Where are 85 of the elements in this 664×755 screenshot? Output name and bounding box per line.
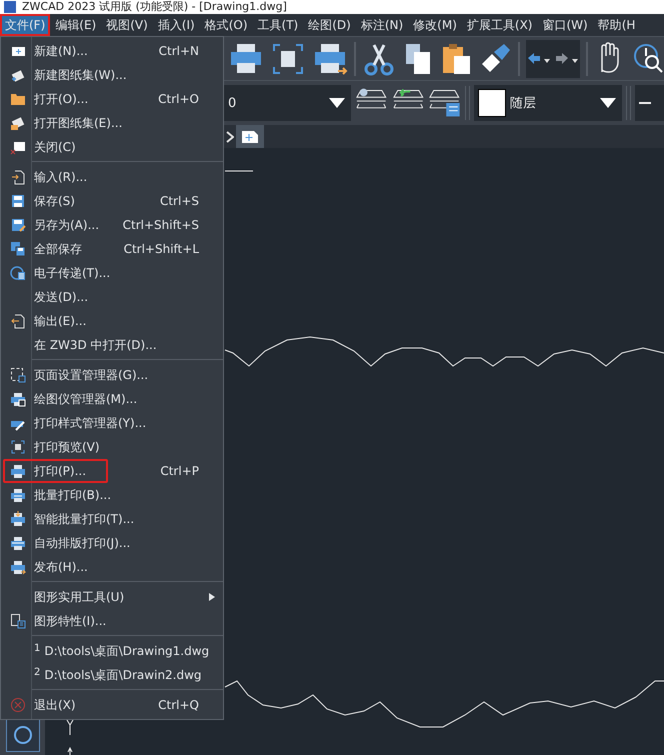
shortcut-label: Ctrl+Shift+S: [122, 218, 200, 232]
redo-icon[interactable]: [554, 52, 580, 66]
menu-item[interactable]: 新建图纸集(W)...: [30, 66, 127, 84]
menu-item[interactable]: 退出(X): [30, 696, 76, 714]
menu-item[interactable]: 全部保存: [30, 240, 82, 258]
menu-tab[interactable]: 窗口(W): [537, 14, 593, 36]
menu-tab[interactable]: 插入(I): [152, 14, 200, 36]
menu-item[interactable]: 输入(R)...: [30, 168, 88, 186]
exit-icon: [10, 697, 26, 713]
menu-tab[interactable]: 视图(V): [101, 14, 153, 36]
save-icon: [10, 193, 26, 209]
caret-icon: [600, 98, 616, 108]
menu-item[interactable]: 在 ZW3D 中打开(D)...: [30, 336, 157, 354]
publish-icon: [10, 559, 26, 575]
drawn-line: [224, 170, 254, 172]
menu-item[interactable]: 另存为(A)...: [30, 216, 100, 234]
color-swatch: [478, 89, 506, 117]
save-all-icon: [10, 241, 26, 257]
line-sample-icon: [638, 102, 651, 104]
print-preview-icon: [10, 439, 26, 455]
menu-tab[interactable]: 帮助(H: [592, 14, 640, 36]
window-title: ZWCAD 2023 试用版 (功能受限) - [Drawing1.dwg]: [22, 1, 287, 13]
auto-layout-print-icon: [10, 535, 26, 551]
menu-tab[interactable]: 绘图(D): [303, 14, 356, 36]
shortcut-label: Ctrl+Q: [158, 698, 200, 712]
recent-file-item[interactable]: 1 D:\tools\桌面\Drawing1.dwg: [30, 642, 210, 660]
menu-item[interactable]: 发送(D)...: [30, 288, 88, 306]
menu-item[interactable]: 页面设置管理器(G)...: [30, 366, 148, 384]
menu-tab[interactable]: 工具(T): [252, 14, 304, 36]
app-logo-icon: [4, 1, 16, 13]
smart-batch-print-icon: [10, 511, 26, 527]
paste-icon: [440, 42, 472, 76]
folder-icon: [10, 91, 26, 107]
save-as-icon: [10, 217, 26, 233]
close-document-icon: [10, 139, 26, 155]
submenu-item[interactable]: 图形实用工具(U): [30, 588, 124, 606]
page-setup-icon: [10, 367, 26, 383]
shortcut-label: Ctrl+O: [158, 92, 200, 106]
caret-icon: [329, 98, 346, 108]
shortcut-label: Ctrl+S: [160, 194, 200, 208]
menu-item[interactable]: 输出(E)...: [30, 312, 86, 330]
shortcut-label: Ctrl+N: [158, 44, 200, 58]
plotter-icon: [10, 391, 26, 407]
shortcut-label: Ctrl+Shift+L: [124, 242, 200, 256]
menu-tab[interactable]: 标注(N): [356, 14, 408, 36]
menu-item[interactable]: 打印样式管理器(Y)...: [30, 414, 146, 432]
menu-tab[interactable]: 编辑(E): [50, 14, 102, 36]
linetype-dropdown[interactable]: [634, 85, 664, 121]
menu-item[interactable]: 打开(O)...: [30, 90, 88, 108]
menu-item[interactable]: 关闭(C): [30, 138, 76, 156]
menu-item[interactable]: 打开图纸集(E)...: [30, 114, 122, 132]
color-dropdown[interactable]: 随层: [474, 85, 622, 121]
menu-item[interactable]: 打印预览(V): [30, 438, 100, 456]
shortcut-label: Ctrl+P: [160, 464, 200, 478]
menu-tab[interactable]: 格式(O): [200, 14, 253, 36]
menu-item[interactable]: 打印(P)...: [30, 462, 86, 480]
menu-tab[interactable]: 文件(F): [0, 14, 50, 36]
undo-icon[interactable]: [526, 52, 552, 66]
drawing-properties-icon: [10, 613, 26, 629]
printer-icon: [10, 463, 26, 479]
menu-tab[interactable]: 修改(M): [408, 14, 462, 36]
menu-item[interactable]: 图形特性(I)...: [30, 612, 106, 630]
menu-item[interactable]: 发布(H)...: [30, 558, 88, 576]
new-tab-button[interactable]: [236, 125, 264, 148]
menu-item[interactable]: 智能批量打印(T)...: [30, 510, 134, 528]
export-icon: [10, 313, 26, 329]
recent-file-item[interactable]: 2 D:\tools\桌面\Drawin2.dwg: [30, 666, 202, 684]
menu-item[interactable]: 绘图仪管理器(M)...: [30, 390, 138, 408]
ucs-icon: [66, 720, 74, 755]
submenu-arrow-icon: [209, 593, 215, 601]
menu-item[interactable]: 保存(S): [30, 192, 75, 210]
menu-item[interactable]: 新建(N)...: [30, 42, 88, 60]
import-icon: [10, 169, 26, 185]
menu-tab[interactable]: 扩展工具(X): [462, 14, 538, 36]
circle-tool-button[interactable]: [6, 718, 40, 752]
menu-item[interactable]: 电子传递(T)...: [30, 264, 110, 282]
layer-dropdown[interactable]: 0: [224, 85, 352, 121]
globe-icon: [10, 265, 26, 281]
menu-item[interactable]: 批量打印(B)...: [30, 486, 112, 504]
circle-icon: [12, 725, 32, 745]
menu-item[interactable]: 自动排版打印(J)...: [30, 534, 130, 552]
layer-list-icon: [428, 88, 461, 118]
batch-print-icon: [10, 487, 26, 503]
scissors-icon: [362, 42, 396, 76]
new-drawing-icon: [242, 130, 258, 142]
